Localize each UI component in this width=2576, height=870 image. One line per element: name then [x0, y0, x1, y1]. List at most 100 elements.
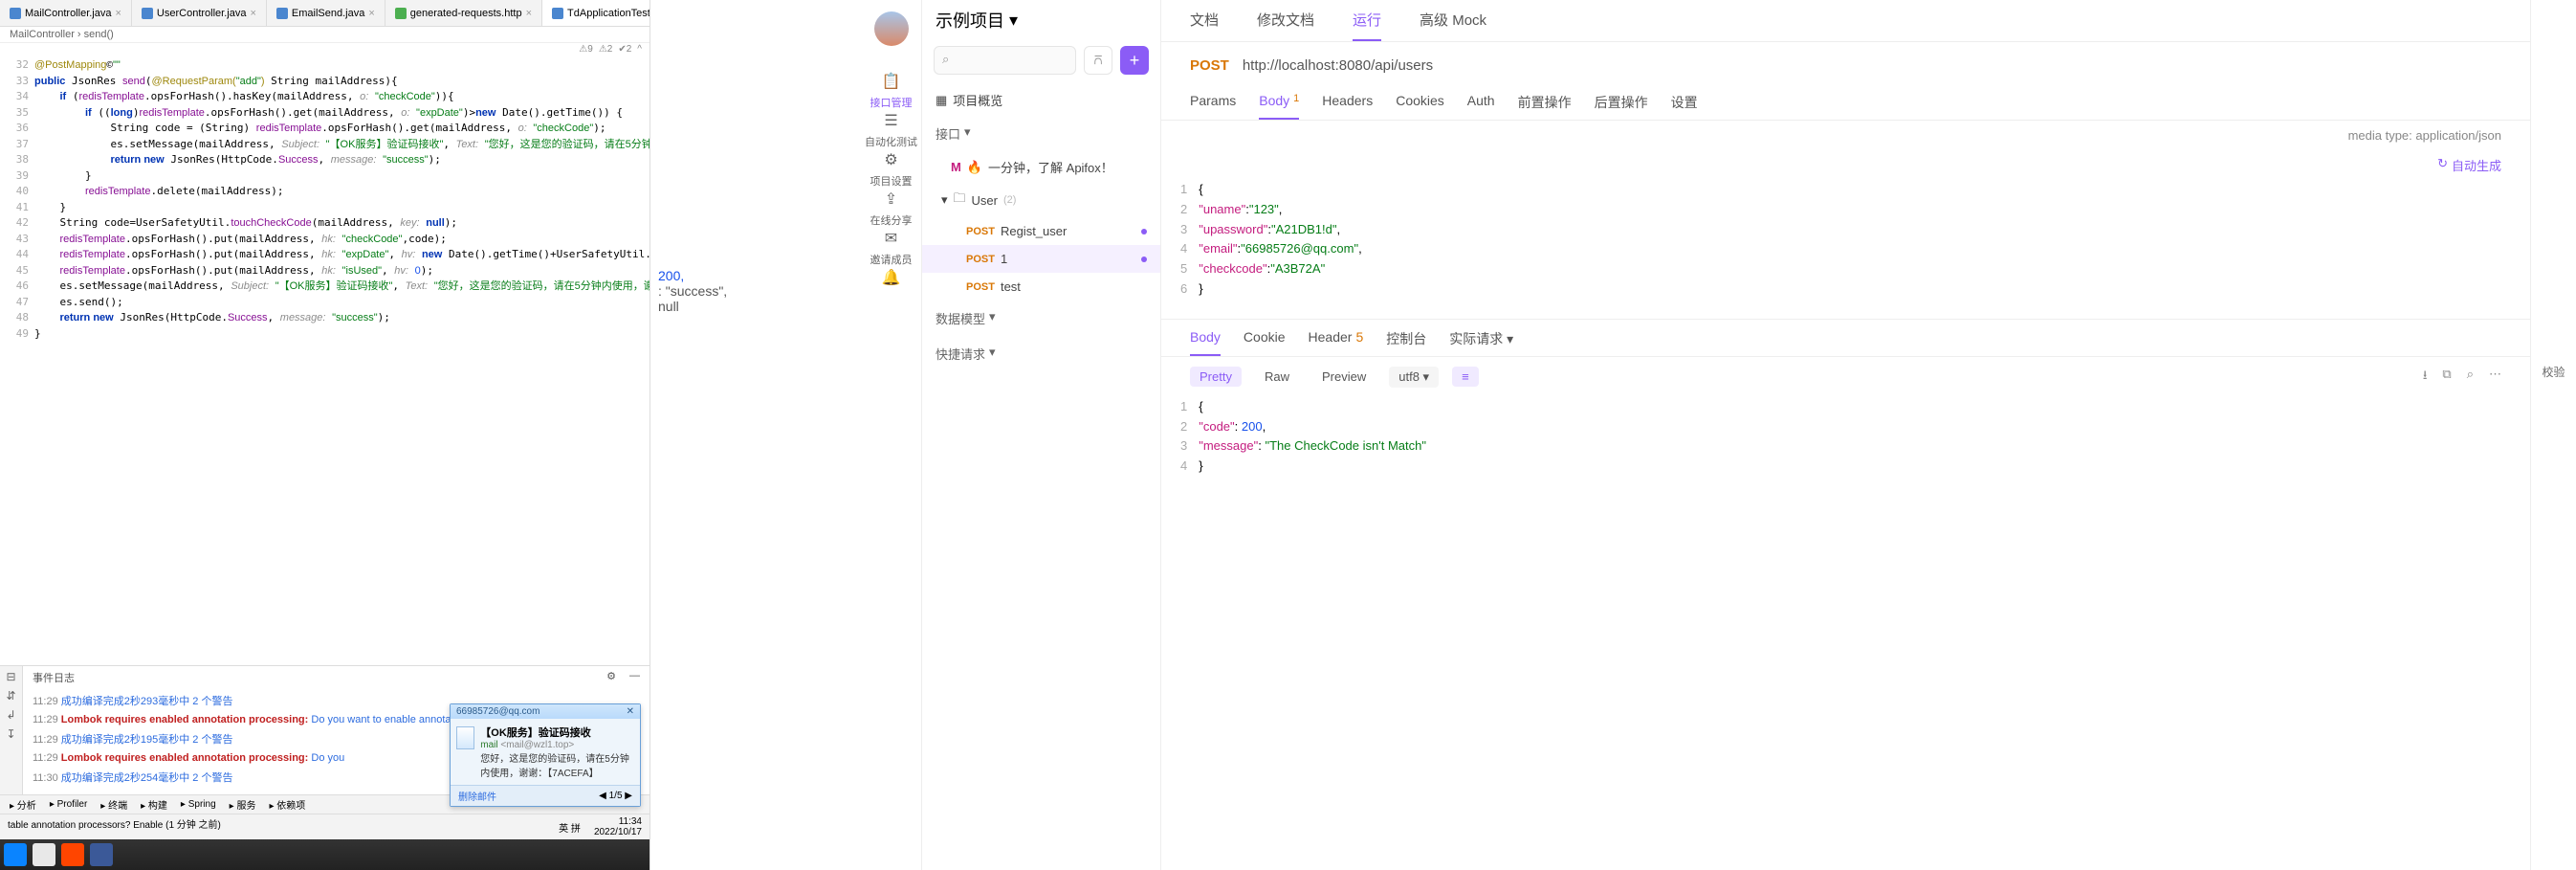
- tool-tab[interactable]: ▸ 终端: [100, 797, 127, 812]
- request-method[interactable]: POST: [1190, 57, 1229, 74]
- view-raw[interactable]: Raw: [1255, 367, 1299, 387]
- resp-tab[interactable]: Body: [1190, 329, 1221, 356]
- method-badge: POST: [966, 281, 995, 293]
- request-sub-tabs: Params Body1 Headers Cookies Auth 前置操作后置操作设置: [1161, 89, 2530, 121]
- wrap-icon[interactable]: ↲: [6, 708, 15, 722]
- mid-msg: : "success",: [658, 283, 727, 299]
- sub-tab[interactable]: Body1: [1259, 93, 1299, 120]
- apifox-main: 文档 修改文档 运行 高级 Mock POST http://localhost:80…: [1161, 0, 2530, 870]
- avatar[interactable]: [874, 11, 909, 46]
- view-preview[interactable]: Preview: [1312, 367, 1376, 387]
- rail-item[interactable]: ☰自动化测试: [865, 110, 917, 149]
- search-icon[interactable]: ⌕: [2467, 367, 2474, 388]
- tree-overview[interactable]: ▦ 项目概览: [922, 84, 1160, 116]
- more-icon[interactable]: ⋯: [2489, 367, 2501, 388]
- grid-icon: ▦: [936, 93, 947, 108]
- response-body-viewer[interactable]: 1234 { "code": 200, "message": "The Chec…: [1161, 397, 2530, 477]
- request-body-editor[interactable]: 123456 { "uname":"123", "upassword":"A21…: [1161, 180, 2530, 300]
- resp-tab[interactable]: 控制台: [1386, 329, 1426, 356]
- rail-item[interactable]: ⇪在线分享: [865, 189, 917, 228]
- sub-tab[interactable]: 后置操作: [1595, 93, 1648, 120]
- tool-tab[interactable]: ▸ 构建: [141, 797, 167, 812]
- main-tab[interactable]: 运行: [1353, 10, 1381, 41]
- tree-quick-req[interactable]: 快捷请求▾: [922, 336, 1160, 371]
- rail-item[interactable]: ⚙项目设置: [865, 149, 917, 189]
- resp-tab[interactable]: Cookie: [1244, 329, 1286, 356]
- tool-tab[interactable]: ▸ 依赖项: [269, 797, 305, 812]
- collapse-icon[interactable]: ⊟: [6, 670, 15, 683]
- log-minimize-icon[interactable]: —: [629, 670, 640, 685]
- warn-yellow[interactable]: ⚠9: [579, 44, 593, 55]
- main-tab[interactable]: 文档: [1190, 10, 1219, 41]
- add-button[interactable]: +: [1120, 46, 1149, 75]
- log-tab-events[interactable]: 事件日志: [33, 670, 75, 685]
- envelope-icon: [456, 726, 474, 749]
- rail-item[interactable]: ✉邀请成员: [865, 228, 917, 267]
- log-settings-icon[interactable]: ⚙: [606, 670, 616, 685]
- sub-tab[interactable]: Cookies: [1396, 93, 1444, 120]
- tree-folder-user[interactable]: ▾ 🗀 User (2): [922, 183, 1160, 217]
- response-tabs: Body Cookie Header5 控制台实际请求 ▾: [1161, 320, 2530, 357]
- view-pretty[interactable]: Pretty: [1190, 367, 1242, 387]
- tool-tab[interactable]: ▸ Profiler: [50, 797, 87, 812]
- tab-label: TdApplicationTests.java: [567, 8, 650, 19]
- close-icon[interactable]: ×: [526, 8, 532, 19]
- editor-tab[interactable]: MailController.java ×: [0, 0, 132, 26]
- log-toolbar: ⊟ ⇵ ↲ ↧: [0, 666, 23, 794]
- editor-tab[interactable]: EmailSend.java ×: [267, 0, 385, 26]
- close-icon[interactable]: ×: [368, 8, 374, 19]
- sub-tab[interactable]: 前置操作: [1518, 93, 1572, 120]
- request-url[interactable]: http://localhost:8080/api/users: [1243, 57, 1433, 74]
- mail-delete-link[interactable]: 删除邮件: [458, 789, 496, 803]
- code-body[interactable]: @PostMapping©"" public JsonRes send(@Req…: [34, 56, 650, 665]
- sub-tab[interactable]: Auth: [1467, 93, 1495, 120]
- api-item[interactable]: POSTRegist_user: [922, 217, 1160, 245]
- filter-button[interactable]: ⩃: [1084, 46, 1112, 75]
- tree-api-root[interactable]: 接口▾: [922, 116, 1160, 151]
- tool-tab[interactable]: ▸ 分析: [10, 797, 36, 812]
- resp-tab[interactable]: Header5: [1309, 329, 1364, 356]
- validate-tab[interactable]: 校验: [2542, 364, 2565, 380]
- resp-tab[interactable]: 实际请求 ▾: [1449, 329, 1513, 356]
- main-tab[interactable]: 修改文档: [1257, 10, 1314, 41]
- warn-up[interactable]: ^: [637, 44, 642, 55]
- tool-tab[interactable]: ▸ Spring: [181, 797, 216, 812]
- editor-tab[interactable]: TdApplicationTests.java ×: [542, 0, 650, 26]
- sub-tab[interactable]: Params: [1190, 93, 1236, 120]
- taskbar-app-4[interactable]: [90, 843, 113, 866]
- main-tab[interactable]: 高级 Mock: [1420, 10, 1486, 41]
- download-icon[interactable]: ⭳: [2423, 367, 2428, 388]
- taskbar-app-2[interactable]: [33, 843, 55, 866]
- warn-check[interactable]: ✔2: [618, 44, 631, 55]
- tool-tab[interactable]: ▸ 服务: [230, 797, 256, 812]
- code-editor[interactable]: 323334353637383940414243444546474849 @Po…: [0, 56, 650, 665]
- close-icon[interactable]: ×: [250, 8, 255, 19]
- mail-subject: 【OK服务】验证码接收: [480, 725, 634, 740]
- os-taskbar: [0, 839, 650, 870]
- autogen-link[interactable]: ↻ 自动生成: [1161, 150, 2530, 180]
- tree-data-model[interactable]: 数据模型▾: [922, 301, 1160, 336]
- taskbar-app-3[interactable]: [61, 843, 84, 866]
- project-selector[interactable]: 示例项目 ▾: [922, 0, 1160, 40]
- tree-promo[interactable]: M 🔥 一分钟，了解 Apifox！: [922, 151, 1160, 183]
- editor-tab[interactable]: generated-requests.http ×: [385, 0, 542, 26]
- filter-icon[interactable]: ⇵: [6, 689, 15, 703]
- rail-item[interactable]: 📋接口管理: [865, 71, 917, 110]
- mail-prev-icon[interactable]: ◀: [599, 791, 606, 801]
- api-item[interactable]: POST1: [922, 245, 1160, 273]
- api-item[interactable]: POSTtest: [922, 273, 1160, 301]
- rail-item[interactable]: 🔔: [865, 267, 917, 291]
- copy-icon[interactable]: ⧉: [2442, 367, 2451, 388]
- close-icon[interactable]: ×: [115, 8, 121, 19]
- sub-tab[interactable]: Headers: [1322, 93, 1373, 120]
- mail-close-icon[interactable]: ✕: [627, 706, 634, 717]
- format-icon[interactable]: ≡: [1452, 367, 1479, 387]
- sub-tab[interactable]: 设置: [1671, 93, 1698, 120]
- search-input[interactable]: ⌕: [934, 46, 1076, 75]
- mail-next-icon[interactable]: ▶: [625, 791, 632, 801]
- warn-blue[interactable]: ⚠2: [599, 44, 613, 55]
- taskbar-app-1[interactable]: [4, 843, 27, 866]
- editor-tab[interactable]: UserController.java ×: [132, 0, 267, 26]
- encoding-select[interactable]: utf8 ▾: [1389, 367, 1439, 388]
- scroll-icon[interactable]: ↧: [6, 727, 15, 741]
